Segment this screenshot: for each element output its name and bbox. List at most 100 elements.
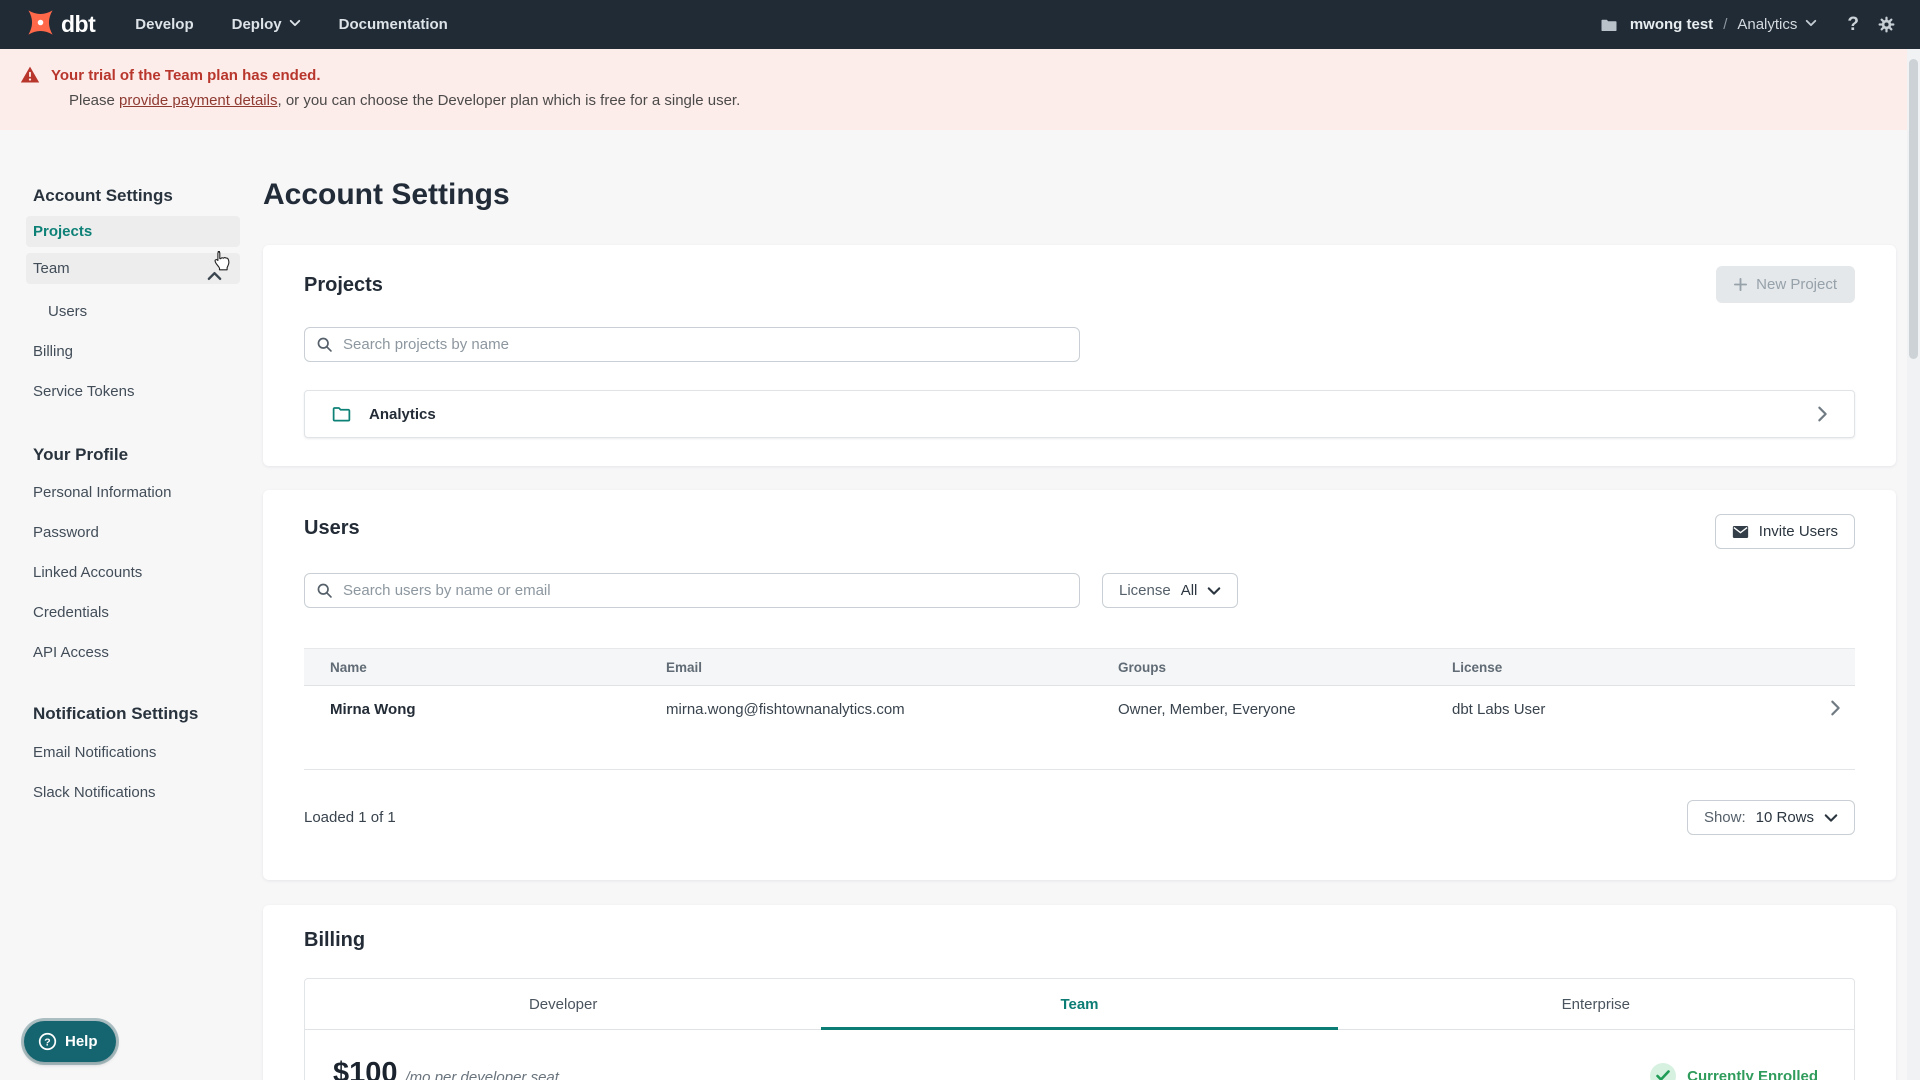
- col-header-license: License: [1452, 659, 1503, 675]
- provide-payment-details-link[interactable]: provide payment details: [119, 92, 277, 109]
- page-title: Account Settings: [263, 178, 510, 211]
- sidebar-item-personal-information[interactable]: Personal Information: [26, 477, 240, 508]
- svg-text:?: ?: [44, 1037, 50, 1048]
- users-search: [304, 573, 1080, 608]
- project-row-name: Analytics: [369, 405, 436, 423]
- col-header-name: Name: [330, 659, 367, 675]
- project-row-analytics[interactable]: Analytics: [304, 390, 1855, 438]
- users-card: Users Invite Users License All Name Emai…: [263, 490, 1896, 880]
- price-amount: $100: [333, 1057, 398, 1080]
- billing-tabs: Developer Team Enterprise: [305, 979, 1854, 1030]
- search-icon: [317, 583, 332, 598]
- user-groups: Owner, Member, Everyone: [1118, 701, 1296, 718]
- sidebar-item-password[interactable]: Password: [26, 517, 240, 548]
- license-filter-dropdown[interactable]: License All: [1102, 573, 1239, 608]
- show-label: Show:: [1703, 809, 1746, 826]
- license-filter-label: License: [1119, 582, 1171, 599]
- question-circle-icon: ?: [38, 1032, 57, 1051]
- billing-heading: Billing: [304, 929, 366, 951]
- page-scrollbar[interactable]: [1907, 49, 1920, 1080]
- nav-item-deploy[interactable]: Deploy: [232, 16, 301, 33]
- enrollment-status-text: Currently Enrolled: [1687, 1067, 1818, 1080]
- projects-search: [304, 327, 1080, 362]
- help-button[interactable]: ? Help: [24, 1021, 116, 1062]
- price-note: /mo per developer seat: [405, 1069, 559, 1080]
- rows-per-page-dropdown[interactable]: Show: 10 Rows: [1686, 800, 1855, 835]
- plan-price: $100 /mo per developer seat: [333, 1057, 559, 1080]
- col-header-groups: Groups: [1118, 659, 1167, 675]
- search-icon: [317, 337, 332, 352]
- chevron-down-icon: [1805, 16, 1817, 33]
- sidebar-item-api-access[interactable]: API Access: [26, 637, 240, 668]
- users-table: Name Email Groups License Mirna Wong mir…: [304, 648, 1855, 770]
- check-icon: [1650, 1063, 1677, 1080]
- sidebar-item-linked-accounts[interactable]: Linked Accounts: [26, 557, 240, 588]
- sidebar-item-team[interactable]: Team: [26, 253, 240, 284]
- sidebar-item-credentials[interactable]: Credentials: [26, 597, 240, 628]
- sidebar-heading-notification-settings: Notification Settings: [33, 704, 199, 723]
- projects-heading: Projects: [304, 274, 383, 296]
- sidebar-item-email-notifications[interactable]: Email Notifications: [26, 737, 240, 768]
- users-search-input[interactable]: [304, 573, 1080, 608]
- brand-name: dbt: [61, 11, 96, 37]
- tab-team[interactable]: Team: [821, 979, 1338, 1030]
- user-row[interactable]: Mirna Wong mirna.wong@fishtownanalytics.…: [304, 686, 1855, 770]
- license-filter-value: All: [1180, 582, 1198, 599]
- sidebar-item-projects[interactable]: Projects: [26, 216, 240, 247]
- tab-enterprise[interactable]: Enterprise: [1338, 979, 1854, 1029]
- new-project-button[interactable]: New Project: [1716, 266, 1855, 303]
- banner-title: Your trial of the Team plan has ended.: [51, 66, 321, 84]
- enrollment-status: Currently Enrolled: [1650, 1063, 1818, 1080]
- settings-sidebar: Account Settings Projects Team Users Bil…: [26, 185, 240, 808]
- col-header-email: Email: [666, 659, 703, 675]
- plus-icon: [1734, 278, 1748, 291]
- billing-card: Billing Developer Team Enterprise $100 /…: [263, 905, 1896, 1080]
- folder-outline-icon: [331, 404, 352, 425]
- users-table-header: Name Email Groups License: [304, 648, 1855, 686]
- dbt-logo-icon: [26, 8, 55, 42]
- account-project-selector[interactable]: mwong test / Analytics: [1630, 16, 1818, 33]
- show-value: 10 Rows: [1755, 809, 1814, 826]
- folder-icon: [1600, 16, 1618, 34]
- scrollbar-thumb[interactable]: [1909, 59, 1918, 359]
- envelope-icon: [1732, 525, 1749, 539]
- projects-search-input[interactable]: [304, 327, 1080, 362]
- user-email: mirna.wong@fishtownanalytics.com: [666, 701, 905, 718]
- users-heading: Users: [304, 517, 360, 539]
- dbt-logo[interactable]: dbt: [26, 8, 96, 42]
- project-name: Analytics: [1737, 16, 1798, 33]
- trial-ended-banner: Your trial of the Team plan has ended. P…: [0, 49, 1920, 130]
- chevron-right-icon: [1817, 405, 1828, 423]
- user-name: Mirna Wong: [330, 701, 416, 718]
- projects-card: Projects New Project Analytics: [263, 245, 1896, 466]
- top-nav: dbt Develop Deploy Documentation mwong t…: [0, 0, 1920, 49]
- sidebar-item-service-tokens[interactable]: Service Tokens: [26, 376, 240, 407]
- chevron-down-icon: [289, 16, 301, 33]
- warning-icon: [20, 65, 40, 85]
- chevron-up-icon: [207, 262, 222, 293]
- gear-icon[interactable]: [1877, 15, 1896, 34]
- invite-users-button[interactable]: Invite Users: [1714, 514, 1855, 549]
- tab-developer[interactable]: Developer: [305, 979, 821, 1029]
- help-question-icon[interactable]: ?: [1847, 14, 1859, 36]
- chevron-right-icon: [1799, 699, 1855, 769]
- sidebar-item-billing[interactable]: Billing: [26, 336, 240, 367]
- app-root: dbt Develop Deploy Documentation mwong t…: [0, 0, 1920, 1080]
- sidebar-heading-your-profile: Your Profile: [33, 445, 129, 464]
- chevron-down-icon: [1824, 813, 1838, 823]
- loaded-count: Loaded 1 of 1: [304, 809, 396, 826]
- banner-body: Please provide payment details, or you c…: [69, 92, 741, 109]
- chevron-down-icon: [1207, 586, 1221, 596]
- nav-item-documentation[interactable]: Documentation: [339, 16, 448, 33]
- nav-right: mwong test / Analytics ?: [1600, 14, 1896, 36]
- account-separator: /: [1723, 16, 1728, 33]
- sidebar-heading-account-settings: Account Settings: [33, 186, 173, 205]
- sidebar-item-users[interactable]: Users: [26, 296, 240, 327]
- billing-plan-panel: Developer Team Enterprise $100 /mo per d…: [304, 978, 1855, 1080]
- nav-item-develop[interactable]: Develop: [135, 16, 193, 33]
- sidebar-item-slack-notifications[interactable]: Slack Notifications: [26, 777, 240, 808]
- help-button-label: Help: [65, 1033, 98, 1050]
- account-name: mwong test: [1629, 16, 1714, 33]
- user-license: dbt Labs User: [1452, 701, 1546, 718]
- nav-links: Develop Deploy Documentation: [135, 16, 448, 33]
